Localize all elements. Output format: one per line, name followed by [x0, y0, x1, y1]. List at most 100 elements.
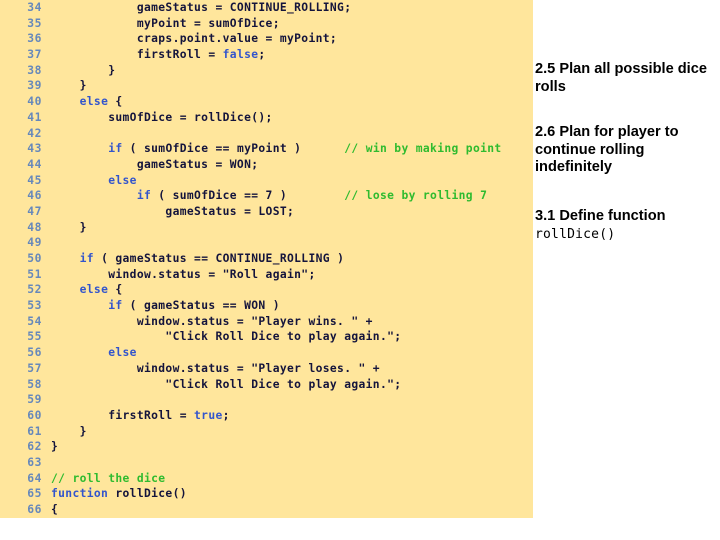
code-line: 53 if ( gameStatus == WON ) — [0, 298, 533, 314]
line-number: 40 — [27, 95, 42, 109]
code-line: 54 window.status = "Player wins. " + — [0, 314, 533, 330]
slide-canvas: 34 gameStatus = CONTINUE_ROLLING; 35 myPo… — [0, 0, 720, 540]
code-text: "Click Roll Dice to play again."; — [51, 330, 402, 344]
code-text: "Click Roll Dice to play again."; — [51, 377, 402, 391]
line-number: 60 — [27, 408, 42, 422]
code-line: 50 if ( gameStatus == CONTINUE_ROLLING ) — [0, 251, 533, 267]
code-text: else { — [79, 95, 123, 109]
code-text: else — [108, 173, 137, 187]
code-text: } — [51, 440, 59, 454]
code-line: 56 else — [0, 345, 533, 361]
line-number: 66 — [27, 503, 42, 516]
line-number: 56 — [27, 346, 42, 360]
code-listing-panel: 34 gameStatus = CONTINUE_ROLLING; 35 myPo… — [0, 0, 533, 518]
code-line: 39 } — [0, 78, 533, 94]
code-line: 47 gameStatus = LOST; — [0, 204, 533, 220]
code-line: 46 if ( sumOfDice == 7 ) // lose by roll… — [0, 188, 533, 204]
code-lines-container: 34 gameStatus = CONTINUE_ROLLING; 35 myPo… — [0, 0, 533, 518]
line-number: 61 — [27, 424, 42, 438]
code-text: else — [108, 346, 137, 360]
code-line: 60 firstRoll = true; — [0, 408, 533, 424]
code-line: 55 "Click Roll Dice to play again."; — [0, 329, 533, 345]
code-line: 35 myPoint = sumOfDice; — [0, 16, 533, 32]
line-number: 46 — [27, 189, 42, 203]
line-number: 42 — [27, 126, 42, 140]
code-line: 58 "Click Roll Dice to play again."; — [0, 377, 533, 393]
note-item: 3.1 Define function rollDice() — [535, 208, 718, 243]
code-text: window.status = "Player wins. " + — [51, 314, 373, 328]
code-line: 41 sumOfDice = rollDice(); — [0, 110, 533, 126]
code-text: gameStatus = WON; — [51, 157, 259, 171]
line-number: 52 — [27, 283, 42, 297]
code-text: firstRoll = false; — [51, 48, 266, 62]
code-text: } — [51, 79, 87, 93]
code-line: 59 — [0, 392, 533, 408]
line-number: 51 — [27, 267, 42, 281]
code-line: 52 else { — [0, 282, 533, 298]
code-line: 62} — [0, 439, 533, 455]
code-line: 42 — [0, 126, 533, 142]
line-number: 35 — [27, 16, 42, 30]
line-number: 53 — [27, 299, 42, 313]
line-number: 59 — [27, 393, 42, 407]
line-number: 65 — [27, 487, 42, 501]
code-line: 43 if ( sumOfDice == myPoint ) // win by… — [0, 141, 533, 157]
code-text: myPoint = sumOfDice; — [51, 16, 280, 30]
note-code-label: rollDice() — [535, 226, 616, 242]
note-item: 2.5 Plan all possible dice rolls — [535, 61, 707, 95]
line-number: 58 — [27, 377, 42, 391]
annotation-notes-panel: 2.5 Plan all possible dice rolls 2.6 Pla… — [534, 0, 720, 540]
line-number: 57 — [27, 361, 42, 375]
line-number: 41 — [27, 110, 42, 124]
line-number: 36 — [27, 32, 42, 46]
line-number: 34 — [27, 1, 42, 14]
line-number: 43 — [27, 142, 42, 156]
line-number: 48 — [27, 220, 42, 234]
line-number: 37 — [27, 48, 42, 62]
line-number: 49 — [27, 236, 42, 250]
line-number: 45 — [27, 173, 42, 187]
code-line: 44 gameStatus = WON; — [0, 157, 533, 173]
code-line: 61 } — [0, 424, 533, 440]
code-text: function rollDice() — [51, 487, 187, 501]
code-line: 38 } — [0, 63, 533, 79]
code-line: 48 } — [0, 220, 533, 236]
code-text: if ( sumOfDice == 7 ) // lose by rolling… — [136, 189, 488, 203]
code-line: 36 craps.point.value = myPoint; — [0, 31, 533, 47]
code-text: // roll the dice — [51, 471, 166, 485]
code-text: if ( gameStatus == WON ) — [108, 299, 280, 313]
note-item: 2.6 Plan for player to continue rolling … — [535, 124, 679, 175]
code-text: if ( gameStatus == CONTINUE_ROLLING ) — [79, 252, 345, 265]
code-text: firstRoll = true; — [51, 408, 230, 422]
code-line: 65 function rollDice() — [0, 486, 533, 502]
code-text: gameStatus = CONTINUE_ROLLING; — [51, 1, 352, 14]
code-text: } — [51, 220, 87, 234]
code-line: 34 gameStatus = CONTINUE_ROLLING; — [0, 0, 533, 16]
code-text: window.status = "Player loses. " + — [51, 361, 380, 375]
code-line: 45 else — [0, 173, 533, 189]
code-line: 37 firstRoll = false; — [0, 47, 533, 63]
line-number: 63 — [27, 455, 42, 469]
code-text: gameStatus = LOST; — [51, 204, 295, 218]
line-number: 55 — [27, 330, 42, 344]
line-number: 39 — [27, 79, 42, 93]
line-number: 50 — [27, 252, 42, 265]
code-text: else { — [79, 283, 123, 297]
code-line: 57 window.status = "Player loses. " + — [0, 361, 533, 377]
line-number: 62 — [27, 440, 42, 454]
code-text: } — [51, 63, 116, 77]
code-line: 49 — [0, 235, 533, 251]
code-line: 51 window.status = "Roll again"; — [0, 267, 533, 283]
code-line: 66 { — [0, 502, 533, 518]
code-line: 63 — [0, 455, 533, 471]
code-text: if ( sumOfDice == myPoint ) // win by ma… — [108, 142, 502, 156]
code-text: { — [51, 503, 59, 516]
line-number: 47 — [27, 204, 42, 218]
line-number: 38 — [27, 63, 42, 77]
code-text: craps.point.value = myPoint; — [51, 32, 338, 46]
code-text: sumOfDice = rollDice(); — [51, 110, 273, 124]
line-number: 64 — [27, 471, 42, 485]
code-text: window.status = "Roll again"; — [51, 267, 316, 281]
code-text: } — [51, 424, 87, 438]
line-number: 54 — [27, 314, 42, 328]
